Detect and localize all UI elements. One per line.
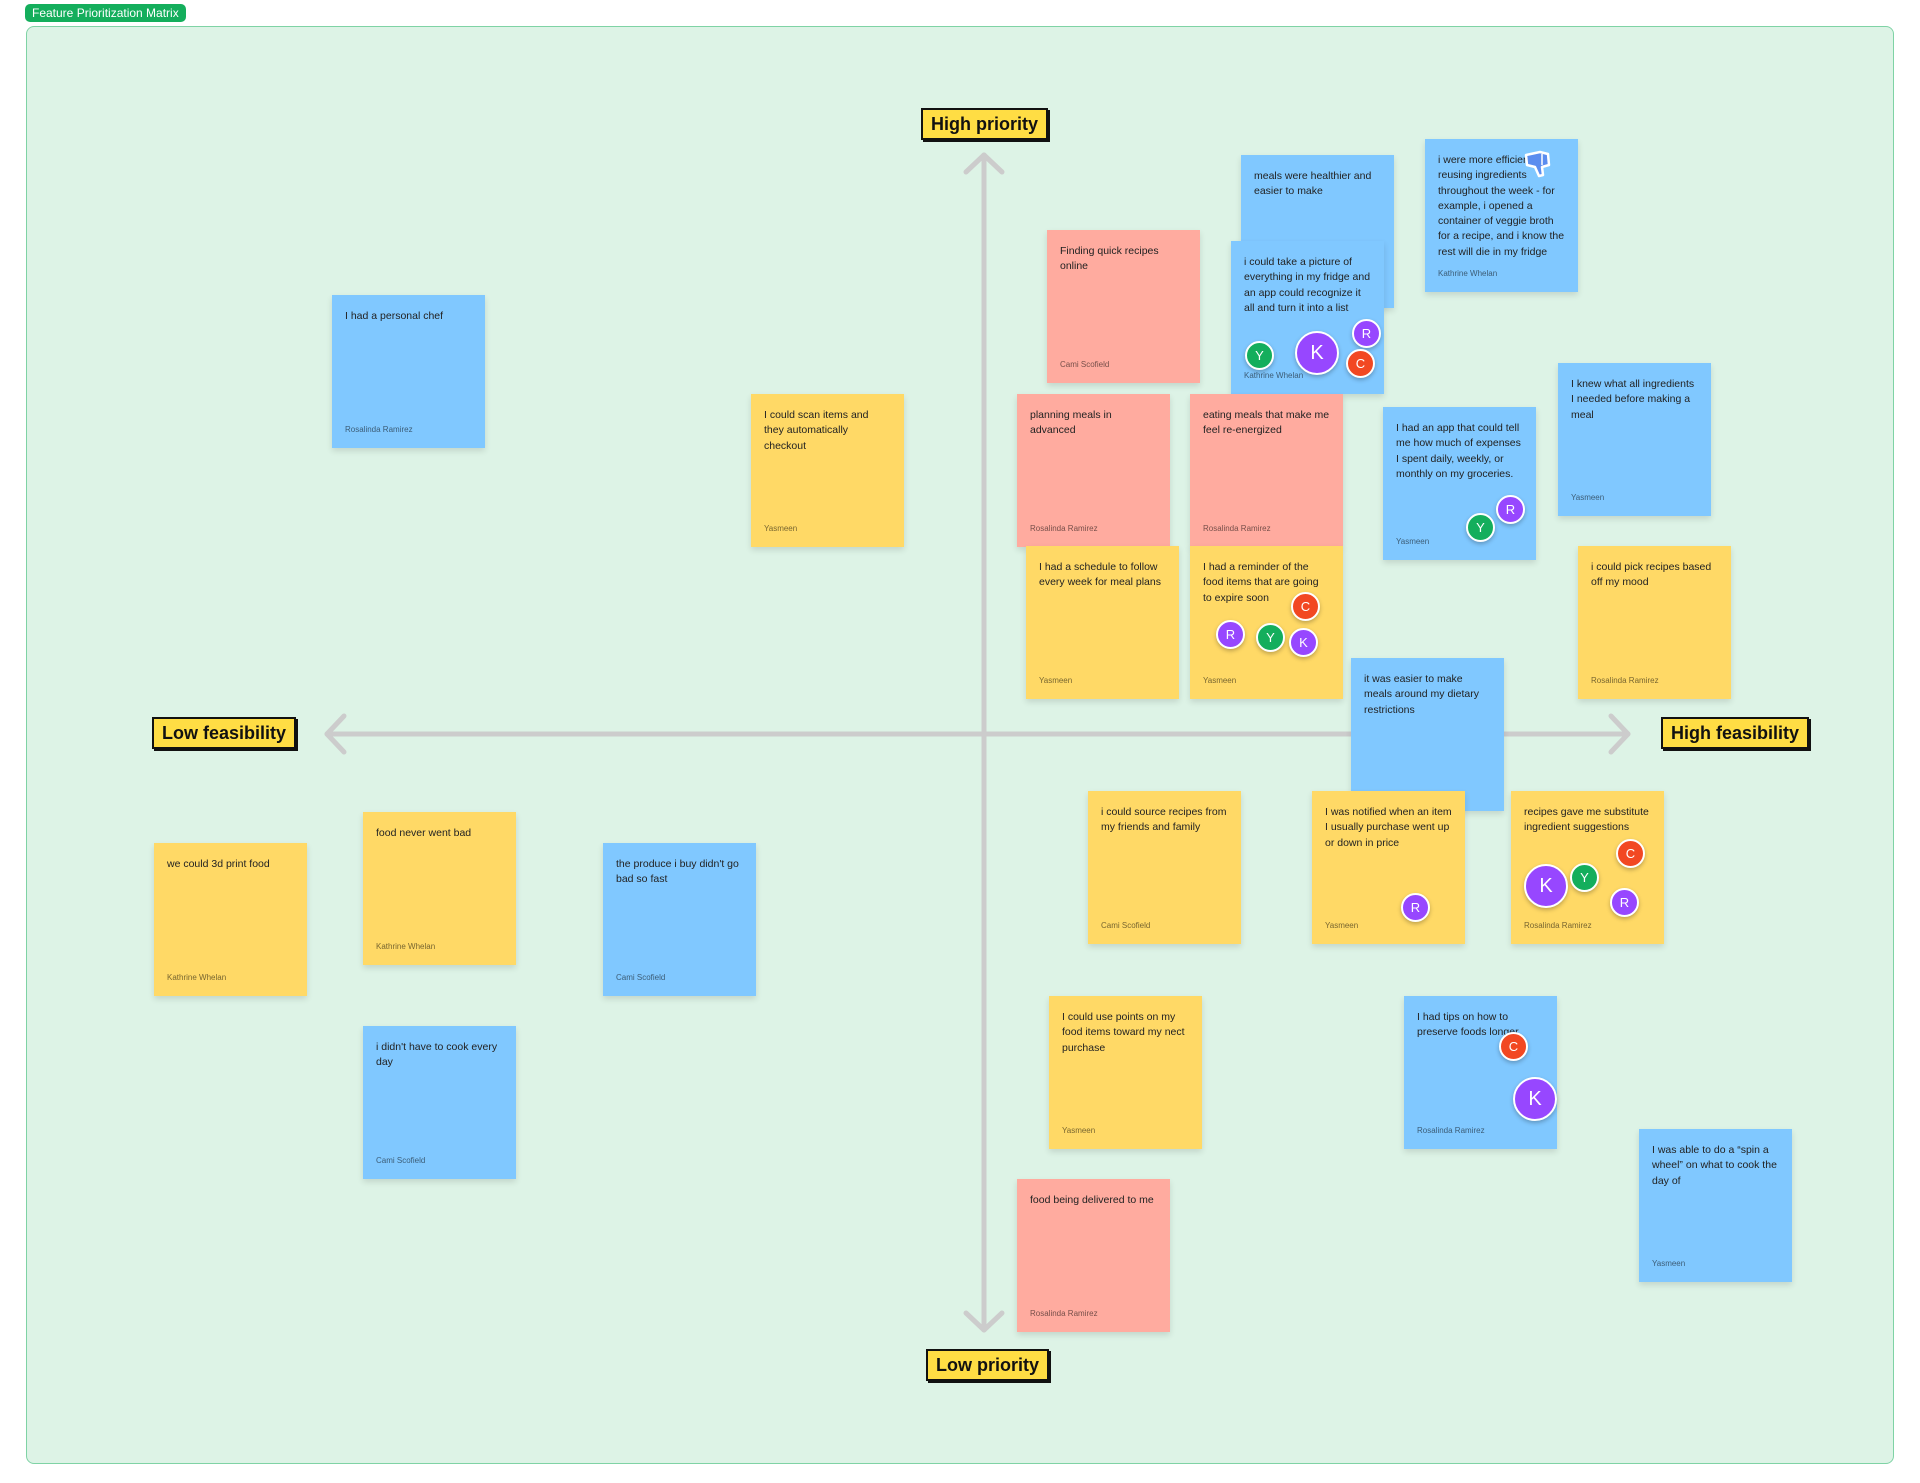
sticky-text: planning meals in advanced bbox=[1030, 409, 1112, 437]
sticky-note[interactable]: i didn't have to cook every day Cami Sco… bbox=[363, 1026, 516, 1179]
vote-avatar-k[interactable]: K bbox=[1295, 331, 1339, 375]
sticky-author: Rosalinda Ramirez bbox=[1203, 524, 1271, 533]
sticky-author: Cami Scofield bbox=[376, 1156, 426, 1165]
sticky-author: Yasmeen bbox=[1396, 537, 1430, 546]
sticky-author: Kathrine Whelan bbox=[1438, 269, 1498, 278]
sticky-text: i didn't have to cook every day bbox=[376, 1041, 498, 1069]
sticky-author: Yasmeen bbox=[1325, 921, 1359, 930]
sticky-author: Rosalinda Ramirez bbox=[1417, 1126, 1485, 1135]
vote-avatar-y[interactable]: Y bbox=[1570, 863, 1599, 892]
sticky-author: Rosalinda Ramirez bbox=[1591, 676, 1659, 685]
sticky-note[interactable]: I knew what all ingredients I needed bef… bbox=[1558, 363, 1711, 516]
sticky-text: I knew what all ingredients I needed bef… bbox=[1571, 378, 1695, 421]
sticky-author: Yasmeen bbox=[1652, 1259, 1686, 1268]
vote-avatar-c[interactable]: C bbox=[1616, 839, 1645, 868]
sticky-author: Cami Scofield bbox=[1060, 360, 1110, 369]
sticky-text: meals were healthier and easier to make bbox=[1254, 170, 1372, 198]
sticky-text: I had a personal chef bbox=[345, 310, 444, 322]
sticky-note[interactable]: eating meals that make me feel re-energi… bbox=[1190, 394, 1343, 547]
sticky-text: I could scan items and they automaticall… bbox=[764, 409, 869, 452]
sticky-note[interactable]: I had a personal chef Rosalinda Ramirez bbox=[332, 295, 485, 448]
sticky-author: Rosalinda Ramirez bbox=[1030, 524, 1098, 533]
sticky-text: eating meals that make me feel re-energi… bbox=[1203, 409, 1330, 437]
sticky-note[interactable]: Finding quick recipes online Cami Scofie… bbox=[1047, 230, 1200, 383]
sticky-note[interactable]: i were more efficient reusing ingredient… bbox=[1425, 139, 1578, 292]
vote-avatar-k[interactable]: K bbox=[1524, 864, 1568, 908]
sticky-text: I had a schedule to follow every week fo… bbox=[1039, 561, 1161, 589]
sticky-text: i could take a picture of everything in … bbox=[1244, 256, 1371, 314]
sticky-author: Kathrine Whelan bbox=[167, 973, 227, 982]
label-low-priority[interactable]: Low priority bbox=[926, 1349, 1049, 1381]
sticky-author: Yasmeen bbox=[1203, 676, 1237, 685]
sticky-author: Kathrine Whelan bbox=[376, 942, 436, 951]
sticky-text: food being delivered to me bbox=[1030, 1194, 1154, 1206]
sticky-text: Finding quick recipes online bbox=[1060, 245, 1159, 273]
sticky-note[interactable]: I could scan items and they automaticall… bbox=[751, 394, 904, 547]
sticky-note[interactable]: the produce i buy didn't go bad so fast … bbox=[603, 843, 756, 996]
sticky-author: Yasmeen bbox=[1571, 493, 1605, 502]
thumbs-down-icon[interactable] bbox=[1522, 149, 1556, 179]
vote-avatar-c[interactable]: C bbox=[1346, 349, 1375, 378]
vote-avatar-r[interactable]: R bbox=[1216, 620, 1245, 649]
vote-avatar-r[interactable]: R bbox=[1496, 495, 1525, 524]
sticky-note[interactable]: I had a schedule to follow every week fo… bbox=[1026, 546, 1179, 699]
sticky-note[interactable]: planning meals in advanced Rosalinda Ram… bbox=[1017, 394, 1170, 547]
label-high-feasibility[interactable]: High feasibility bbox=[1661, 717, 1810, 749]
sticky-note[interactable]: I had an app that could tell me how much… bbox=[1383, 407, 1536, 560]
sticky-note[interactable]: I had tips on how to preserve foods long… bbox=[1404, 996, 1557, 1149]
sticky-text: the produce i buy didn't go bad so fast bbox=[616, 858, 739, 886]
sticky-note[interactable]: i could take a picture of everything in … bbox=[1231, 241, 1384, 394]
vote-avatar-c[interactable]: C bbox=[1499, 1032, 1528, 1061]
sticky-text: I could use points on my food items towa… bbox=[1062, 1011, 1185, 1054]
sticky-text: recipes gave me substitute ingredient su… bbox=[1524, 806, 1649, 834]
sticky-author: Yasmeen bbox=[764, 524, 798, 533]
sticky-text: I had an app that could tell me how much… bbox=[1396, 422, 1521, 480]
vote-avatar-r[interactable]: R bbox=[1610, 888, 1639, 917]
sticky-text: I had tips on how to preserve foods long… bbox=[1417, 1011, 1519, 1039]
vote-avatar-r[interactable]: R bbox=[1352, 319, 1381, 348]
vote-avatar-k[interactable]: K bbox=[1289, 628, 1318, 657]
sticky-note[interactable]: I could use points on my food items towa… bbox=[1049, 996, 1202, 1149]
vote-avatar-y[interactable]: Y bbox=[1256, 623, 1285, 652]
vote-avatar-k[interactable]: K bbox=[1513, 1077, 1557, 1121]
sticky-text: we could 3d print food bbox=[167, 858, 270, 870]
vote-avatar-y[interactable]: Y bbox=[1466, 513, 1495, 542]
vote-avatar-y[interactable]: Y bbox=[1245, 341, 1274, 370]
sticky-author: Rosalinda Ramirez bbox=[1524, 921, 1592, 930]
sticky-note[interactable]: I had a reminder of the food items that … bbox=[1190, 546, 1343, 699]
sticky-text: I was able to do a “spin a wheel” on wha… bbox=[1652, 1144, 1777, 1187]
sticky-note[interactable]: i could source recipes from my friends a… bbox=[1088, 791, 1241, 944]
label-low-feasibility[interactable]: Low feasibility bbox=[152, 717, 297, 749]
sticky-author: Kathrine Whelan bbox=[1244, 371, 1304, 380]
sticky-note[interactable]: i could pick recipes based off my mood R… bbox=[1578, 546, 1731, 699]
sticky-note[interactable]: it was easier to make meals around my di… bbox=[1351, 658, 1504, 811]
sticky-note[interactable]: I was notified when an item I usually pu… bbox=[1312, 791, 1465, 944]
sticky-text: food never went bad bbox=[376, 827, 472, 839]
label-high-priority[interactable]: High priority bbox=[921, 108, 1048, 140]
sticky-note[interactable]: we could 3d print food Kathrine Whelan bbox=[154, 843, 307, 996]
vote-avatar-c[interactable]: C bbox=[1291, 592, 1320, 621]
sticky-author: Yasmeen bbox=[1039, 676, 1073, 685]
sticky-text: i could source recipes from my friends a… bbox=[1101, 806, 1227, 834]
sticky-text: it was easier to make meals around my di… bbox=[1364, 673, 1479, 716]
sticky-author: Rosalinda Ramirez bbox=[345, 425, 413, 434]
vote-avatar-r[interactable]: R bbox=[1401, 893, 1430, 922]
sticky-author: Cami Scofield bbox=[616, 973, 666, 982]
sticky-text: I was notified when an item I usually pu… bbox=[1325, 806, 1452, 849]
sticky-text: i could pick recipes based off my mood bbox=[1591, 561, 1712, 589]
sticky-note[interactable]: food being delivered to me Rosalinda Ram… bbox=[1017, 1179, 1170, 1332]
sticky-author: Rosalinda Ramirez bbox=[1030, 1309, 1098, 1318]
sticky-author: Cami Scofield bbox=[1101, 921, 1151, 930]
sticky-author: Yasmeen bbox=[1062, 1126, 1096, 1135]
sticky-note[interactable]: I was able to do a “spin a wheel” on wha… bbox=[1639, 1129, 1792, 1282]
sticky-note[interactable]: food never went bad Kathrine Whelan bbox=[363, 812, 516, 965]
sticky-note[interactable]: recipes gave me substitute ingredient su… bbox=[1511, 791, 1664, 944]
